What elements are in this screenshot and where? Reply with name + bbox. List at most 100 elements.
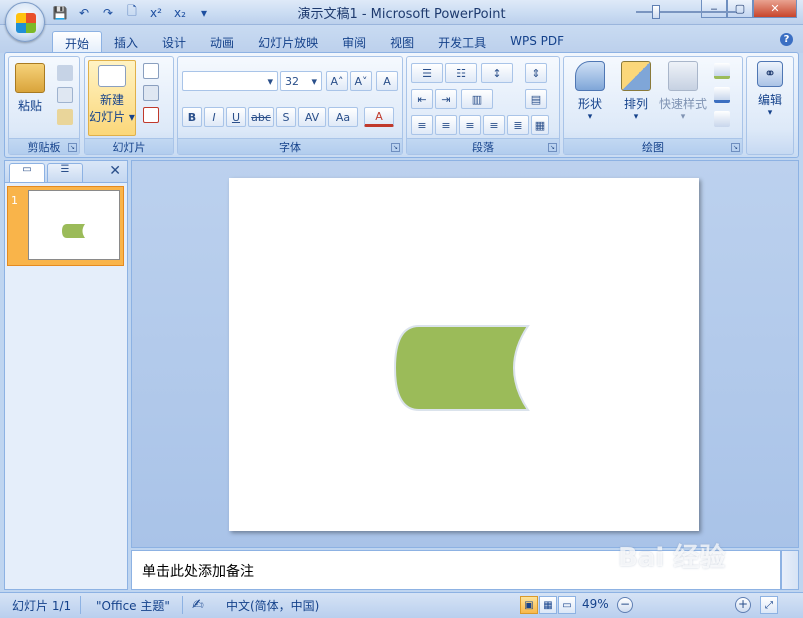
drawing-launcher-icon[interactable]: ↘: [731, 143, 740, 152]
ribbon: 粘贴 剪贴板 ↘ 新建 幻灯片 ▾ 幻灯片 ▾ 32 ▾ A˄ A˅ A B I …: [4, 52, 799, 158]
editing-label: 编辑: [757, 93, 782, 107]
flowchart-stored-data-shape[interactable]: [393, 325, 530, 411]
zoom-in-button[interactable]: +: [735, 597, 751, 613]
close-button[interactable]: ✕: [753, 0, 797, 18]
align-right-button[interactable]: ≡: [459, 115, 481, 135]
character-spacing-button[interactable]: AV: [298, 107, 326, 127]
clipboard-group: 粘贴 剪贴板 ↘: [8, 56, 80, 155]
justify-button[interactable]: ≡: [483, 115, 505, 135]
arrange-button[interactable]: 排列 ▾: [614, 61, 658, 122]
grow-font-button[interactable]: A˄: [326, 71, 348, 91]
clipboard-launcher-icon[interactable]: ↘: [68, 143, 77, 152]
tab-review[interactable]: 审阅: [330, 31, 378, 53]
bullets-button[interactable]: ☰: [411, 63, 443, 83]
zoom-slider-track[interactable]: [636, 11, 736, 13]
columns-button[interactable]: ▥: [461, 89, 493, 109]
clear-format-button[interactable]: A: [376, 71, 398, 91]
zoom-out-button[interactable]: −: [617, 597, 633, 613]
layout-icon[interactable]: [143, 63, 159, 79]
numbering-button[interactable]: ☷: [445, 63, 477, 83]
new-slide-button[interactable]: 新建 幻灯片 ▾: [88, 60, 136, 136]
chevron-down-icon: ▾: [633, 112, 639, 122]
status-bar: 幻灯片 1/1 "Office 主题" ✍ 中文(简体，中国) ▣ ▦ ▭ 49…: [0, 592, 803, 618]
paste-button[interactable]: 粘贴: [13, 63, 47, 114]
tab-view[interactable]: 视图: [378, 31, 426, 53]
slideshow-view-button[interactable]: ▭: [558, 596, 576, 614]
quick-styles-button[interactable]: 快速样式 ▾: [656, 61, 710, 122]
italic-button[interactable]: I: [204, 107, 224, 127]
ribbon-tab-row: 开始 插入 设计 动画 幻灯片放映 审阅 视图 开发工具 WPS PDF ?: [0, 25, 803, 53]
tab-wps-pdf[interactable]: WPS PDF: [498, 31, 576, 53]
normal-view-button[interactable]: ▣: [520, 596, 538, 614]
quick-styles-label: 快速样式: [658, 97, 707, 111]
help-icon[interactable]: ?: [780, 33, 793, 46]
delete-slide-icon[interactable]: [143, 107, 159, 123]
shape-outline-icon[interactable]: [714, 87, 730, 103]
tab-outline[interactable]: ☰: [47, 163, 83, 182]
tab-slideshow[interactable]: 幻灯片放映: [246, 31, 330, 53]
distributed-button[interactable]: ≣: [507, 115, 529, 135]
underline-button[interactable]: U: [226, 107, 246, 127]
editing-button[interactable]: ⚭ 编辑 ▾: [750, 61, 790, 118]
paste-icon: [15, 63, 45, 93]
align-center-button[interactable]: ≡: [435, 115, 457, 135]
font-launcher-icon[interactable]: ↘: [391, 143, 400, 152]
drawing-group: 形状 ▾ 排列 ▾ 快速样式 ▾ 绘图 ↘: [563, 56, 743, 155]
panel-tabs: ▭ ☰ ✕: [5, 161, 127, 183]
shape-fill-icon[interactable]: [714, 63, 730, 79]
fit-to-window-button[interactable]: ⤢: [760, 596, 778, 614]
status-divider: [80, 596, 81, 614]
shrink-font-button[interactable]: A˅: [350, 71, 372, 91]
increase-indent-button[interactable]: ⇥: [435, 89, 457, 109]
slide-counter: 幻灯片 1/1: [12, 599, 72, 613]
new-slide-icon: [98, 65, 126, 87]
decrease-indent-button[interactable]: ⇤: [411, 89, 433, 109]
slide-sorter-view-button[interactable]: ▦: [539, 596, 557, 614]
close-icon[interactable]: ✕: [109, 163, 121, 179]
tab-home[interactable]: 开始: [52, 31, 103, 53]
zoom-slider-thumb[interactable]: [652, 5, 660, 19]
spell-check-icon[interactable]: ✍: [192, 597, 204, 613]
tab-slides-thumbnails[interactable]: ▭: [9, 163, 45, 182]
shape-effects-icon[interactable]: [714, 111, 730, 127]
tab-design[interactable]: 设计: [150, 31, 198, 53]
paste-label: 粘贴: [17, 99, 42, 113]
find-binoculars-icon: ⚭: [757, 61, 783, 87]
font-color-button[interactable]: A: [364, 107, 394, 127]
thumbnail-shape: [62, 224, 85, 238]
slide-thumbnail-number: 1: [11, 194, 18, 207]
copy-icon[interactable]: [57, 87, 73, 103]
strikethrough-button[interactable]: abc: [248, 107, 274, 127]
tab-insert[interactable]: 插入: [102, 31, 150, 53]
office-button[interactable]: [5, 2, 45, 42]
slide-thumbnail[interactable]: [28, 190, 120, 260]
cut-icon[interactable]: [57, 65, 73, 81]
maximize-button[interactable]: ▢: [727, 0, 753, 18]
zoom-level[interactable]: 49%: [582, 597, 609, 611]
text-direction-button[interactable]: ⇕: [525, 63, 547, 83]
office-logo-icon: [16, 13, 36, 33]
font-group-label: 字体: [178, 138, 402, 154]
font-size-select[interactable]: 32 ▾: [280, 71, 322, 91]
tab-developer[interactable]: 开发工具: [426, 31, 498, 53]
bold-button[interactable]: B: [182, 107, 202, 127]
line-spacing-button[interactable]: ↕: [481, 63, 513, 83]
status-divider: [182, 596, 183, 614]
ribbon-tabs: 开始 插入 设计 动画 幻灯片放映 审阅 视图 开发工具 WPS PDF: [52, 31, 576, 53]
paragraph-launcher-icon[interactable]: ↘: [548, 143, 557, 152]
tab-animations[interactable]: 动画: [198, 31, 246, 53]
reset-icon[interactable]: [143, 85, 159, 101]
smartart-button[interactable]: ▦: [531, 115, 549, 135]
change-case-button[interactable]: Aa: [328, 107, 358, 127]
shadow-button[interactable]: S: [276, 107, 296, 127]
minimize-button[interactable]: ‒: [701, 0, 727, 18]
font-name-select[interactable]: ▾: [182, 71, 278, 91]
format-painter-icon[interactable]: [57, 109, 73, 125]
align-left-button[interactable]: ≡: [411, 115, 433, 135]
shapes-button[interactable]: 形状 ▾: [568, 61, 612, 122]
chevron-down-icon: ▾: [587, 112, 593, 122]
slides-group: 新建 幻灯片 ▾ 幻灯片: [84, 56, 174, 155]
notes-scrollbar[interactable]: [781, 550, 799, 590]
align-text-button[interactable]: ▤: [525, 89, 547, 109]
slide-canvas[interactable]: [229, 178, 699, 531]
